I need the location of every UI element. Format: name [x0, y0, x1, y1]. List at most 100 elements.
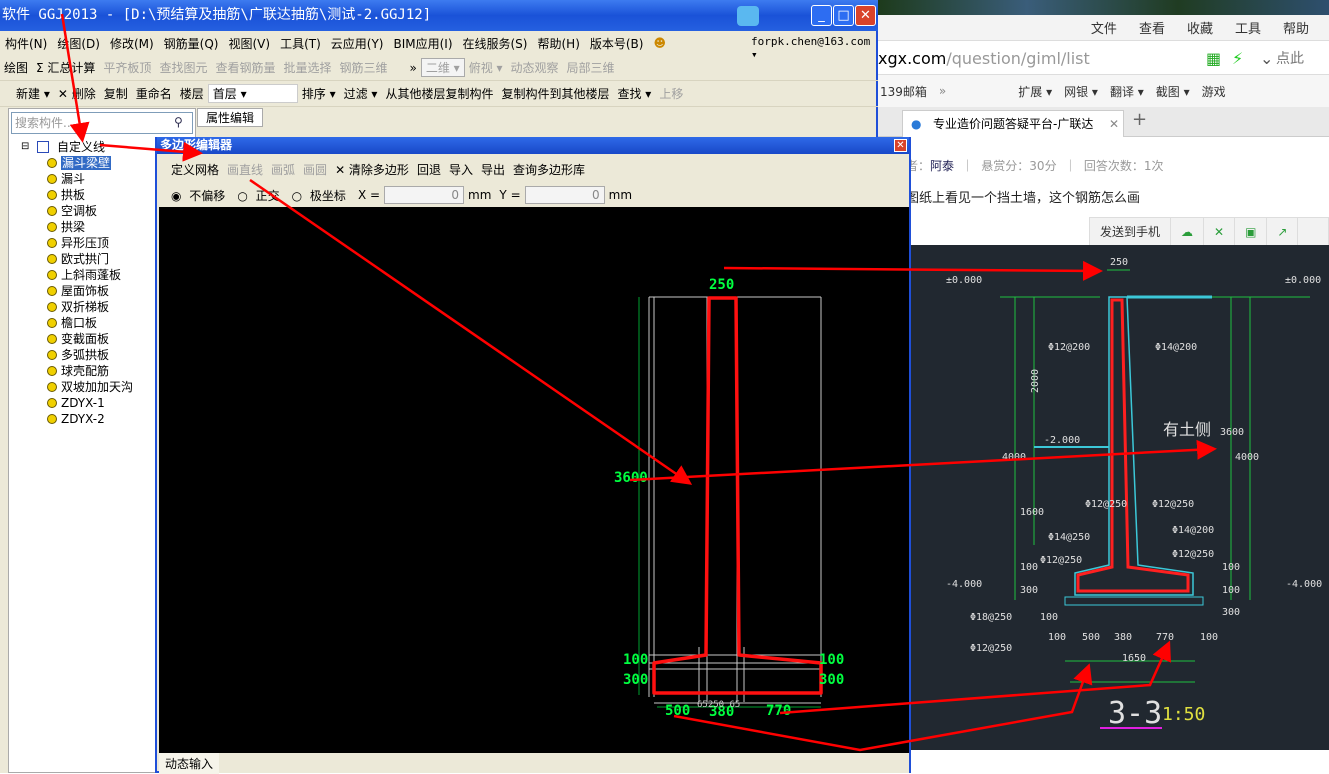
tree-item[interactable]: 拱梁 [21, 219, 133, 235]
bookmark-extend[interactable]: 扩展 ▾ [1018, 83, 1052, 100]
polygon-canvas[interactable]: 250 3600 100 300 100 300 500 380 770 652… [159, 207, 909, 753]
minimize-button[interactable]: _ [811, 5, 832, 26]
search-icon[interactable]: ⚲ [174, 115, 183, 129]
menu-file[interactable]: 文件 [1091, 18, 1117, 37]
bookmark-translate[interactable]: 翻译 ▾ [1110, 83, 1144, 100]
filter-button[interactable]: 过滤 ▾ [340, 85, 382, 102]
radio-polar[interactable]: ○ 极坐标 [288, 187, 354, 204]
tree-item[interactable]: 多弧拱板 [21, 347, 133, 363]
avatar-icon[interactable]: ☻ [648, 36, 671, 50]
delete-button[interactable]: ✕ 删除 [54, 85, 100, 102]
menu-cloud[interactable]: 云应用(Y) [326, 35, 389, 52]
qr-icon[interactable]: ▦ [1206, 43, 1221, 75]
tree-item[interactable]: 屋面饰板 [21, 283, 133, 299]
collapse-icon[interactable]: ⊟ [21, 139, 29, 155]
address-bar[interactable]: xgx.com/question/giml/list ▦ ⚡ ⌄ 点此 [876, 43, 1329, 75]
draw-circle-button[interactable]: 画圆 [299, 161, 331, 178]
dynamic-input-tab[interactable]: 动态输入 [159, 753, 220, 774]
save-icon[interactable]: ▣ [1235, 217, 1268, 247]
tree-item[interactable]: 双坡加加天沟 [21, 379, 133, 395]
tree-item[interactable]: 球壳配筋 [21, 363, 133, 379]
export-button[interactable]: 导出 [477, 161, 509, 178]
dialog-close-button[interactable]: ✕ [894, 139, 907, 152]
batch-select-button[interactable]: 批量选择 [279, 59, 335, 76]
tree-item[interactable]: 檐口板 [21, 315, 133, 331]
copy-from-floor-button[interactable]: 从其他楼层复制构件 [381, 85, 497, 102]
summary-calc-button[interactable]: Σ 汇总计算 [32, 59, 99, 76]
close-button[interactable]: ✕ [855, 5, 876, 26]
menu-rebar[interactable]: 钢筋量(Q) [159, 35, 224, 52]
menu-help[interactable]: 帮助(H) [532, 35, 584, 52]
local-3d-button[interactable]: 局部三维 [563, 59, 619, 76]
menu-modify[interactable]: 修改(M) [105, 35, 159, 52]
tree-item[interactable]: 双折梯板 [21, 299, 133, 315]
clear-polygon-button[interactable]: ✕ 清除多边形 [331, 161, 413, 178]
radio-orthogonal[interactable]: ○ 正交 [233, 187, 287, 204]
bookmark-screenshot[interactable]: 截图 ▾ [1156, 83, 1190, 100]
y-input[interactable]: 0 [524, 186, 605, 204]
menu-tools[interactable]: 工具 [1235, 18, 1261, 37]
menu-view[interactable]: 查看 [1139, 18, 1165, 37]
close-tab-icon[interactable]: ✕ [1108, 111, 1119, 137]
lightning-icon[interactable]: ⚡ [1232, 43, 1243, 75]
tree-item[interactable]: 空调板 [21, 203, 133, 219]
menu-view[interactable]: 视图(V) [223, 35, 275, 52]
define-grid-button[interactable]: 定义网格 [167, 161, 223, 178]
import-button[interactable]: 导入 [445, 161, 477, 178]
align-slab-top-button[interactable]: 平齐板顶 [99, 59, 155, 76]
top-view-button[interactable]: 俯视 ▾ [465, 59, 507, 76]
draw-line-button[interactable]: 画直线 [223, 161, 267, 178]
menu-online[interactable]: 在线服务(S) [458, 35, 533, 52]
send-to-phone-button[interactable]: 发送到手机 [1090, 217, 1172, 247]
menu-version[interactable]: 版本号(B) [585, 35, 649, 52]
view-rebar-button[interactable]: 查看钢筋量 [211, 59, 279, 76]
draw-button[interactable]: 绘图 [0, 59, 32, 76]
sort-button[interactable]: 排序 ▾ [298, 85, 340, 102]
tree-item[interactable]: 上斜雨蓬板 [21, 267, 133, 283]
assistant-icon[interactable] [737, 6, 759, 26]
cloud-icon[interactable]: ☁ [1171, 217, 1205, 247]
move-up-button[interactable]: 上移 [655, 85, 687, 102]
bookmark-games[interactable]: 游戏 [1202, 83, 1226, 100]
tree-item[interactable]: 漏斗 [21, 171, 133, 187]
tree-item[interactable]: 异形压顶 [21, 235, 133, 251]
find-element-button[interactable]: 查找图元 [155, 59, 211, 76]
tab-active[interactable]: ● 专业造价问题答疑平台-广联达 ✕ [902, 110, 1124, 137]
menu-help[interactable]: 帮助 [1283, 18, 1309, 37]
copy-to-floor-button[interactable]: 复制构件到其他楼层 [497, 85, 613, 102]
draw-arc-button[interactable]: 画弧 [267, 161, 299, 178]
menu-component[interactable]: 构件(N) [0, 35, 52, 52]
new-tab-button[interactable]: + [1132, 109, 1147, 130]
tree-item[interactable]: 欧式拱门 [21, 251, 133, 267]
menu-bim[interactable]: BIM应用(I) [388, 35, 457, 52]
bookmark-139[interactable]: 139邮箱 [880, 83, 927, 100]
find-button[interactable]: 查找 ▾ [613, 85, 655, 102]
search-engine-box[interactable]: 点此 [1276, 43, 1304, 75]
more-icon[interactable]: » [939, 84, 946, 98]
radio-no-offset[interactable]: ◉ 不偏移 [167, 187, 233, 204]
tree-item[interactable]: 变截面板 [21, 331, 133, 347]
new-button[interactable]: 新建 ▾ [12, 85, 54, 102]
maximize-button[interactable]: □ [833, 5, 854, 26]
tree-item[interactable]: 拱板 [21, 187, 133, 203]
undo-button[interactable]: 回退 [413, 161, 445, 178]
rename-button[interactable]: 重命名 [132, 85, 176, 102]
menu-draw[interactable]: 绘图(D) [52, 35, 105, 52]
view-mode-select[interactable]: 二维 ▾ [420, 58, 465, 77]
orbit-button[interactable]: 动态观察 [507, 59, 563, 76]
floor-select[interactable]: 首层 ▾ [207, 84, 298, 103]
copy-button[interactable]: 复制 [100, 85, 132, 102]
tab-property-edit[interactable]: 属性编辑 [197, 108, 263, 127]
menu-favorites[interactable]: 收藏 [1187, 18, 1213, 37]
query-polygon-library-button[interactable]: 查询多边形库 [509, 161, 589, 178]
search-input[interactable]: 搜索构件... [11, 112, 193, 134]
chevron-down-icon[interactable]: ⌄ [1260, 43, 1273, 75]
tree-item[interactable]: 漏斗梁壁 [21, 155, 133, 171]
fullscreen-icon[interactable]: ✕ [1204, 217, 1236, 247]
menu-tools[interactable]: 工具(T) [275, 35, 326, 52]
x-input[interactable]: 0 [384, 186, 465, 204]
share-icon[interactable]: ↗ [1267, 217, 1299, 247]
tree-root[interactable]: ⊟ 自定义线 [21, 139, 133, 155]
tree-item[interactable]: ZDYX-1 [21, 395, 133, 411]
tree-item[interactable]: ZDYX-2 [21, 411, 133, 427]
